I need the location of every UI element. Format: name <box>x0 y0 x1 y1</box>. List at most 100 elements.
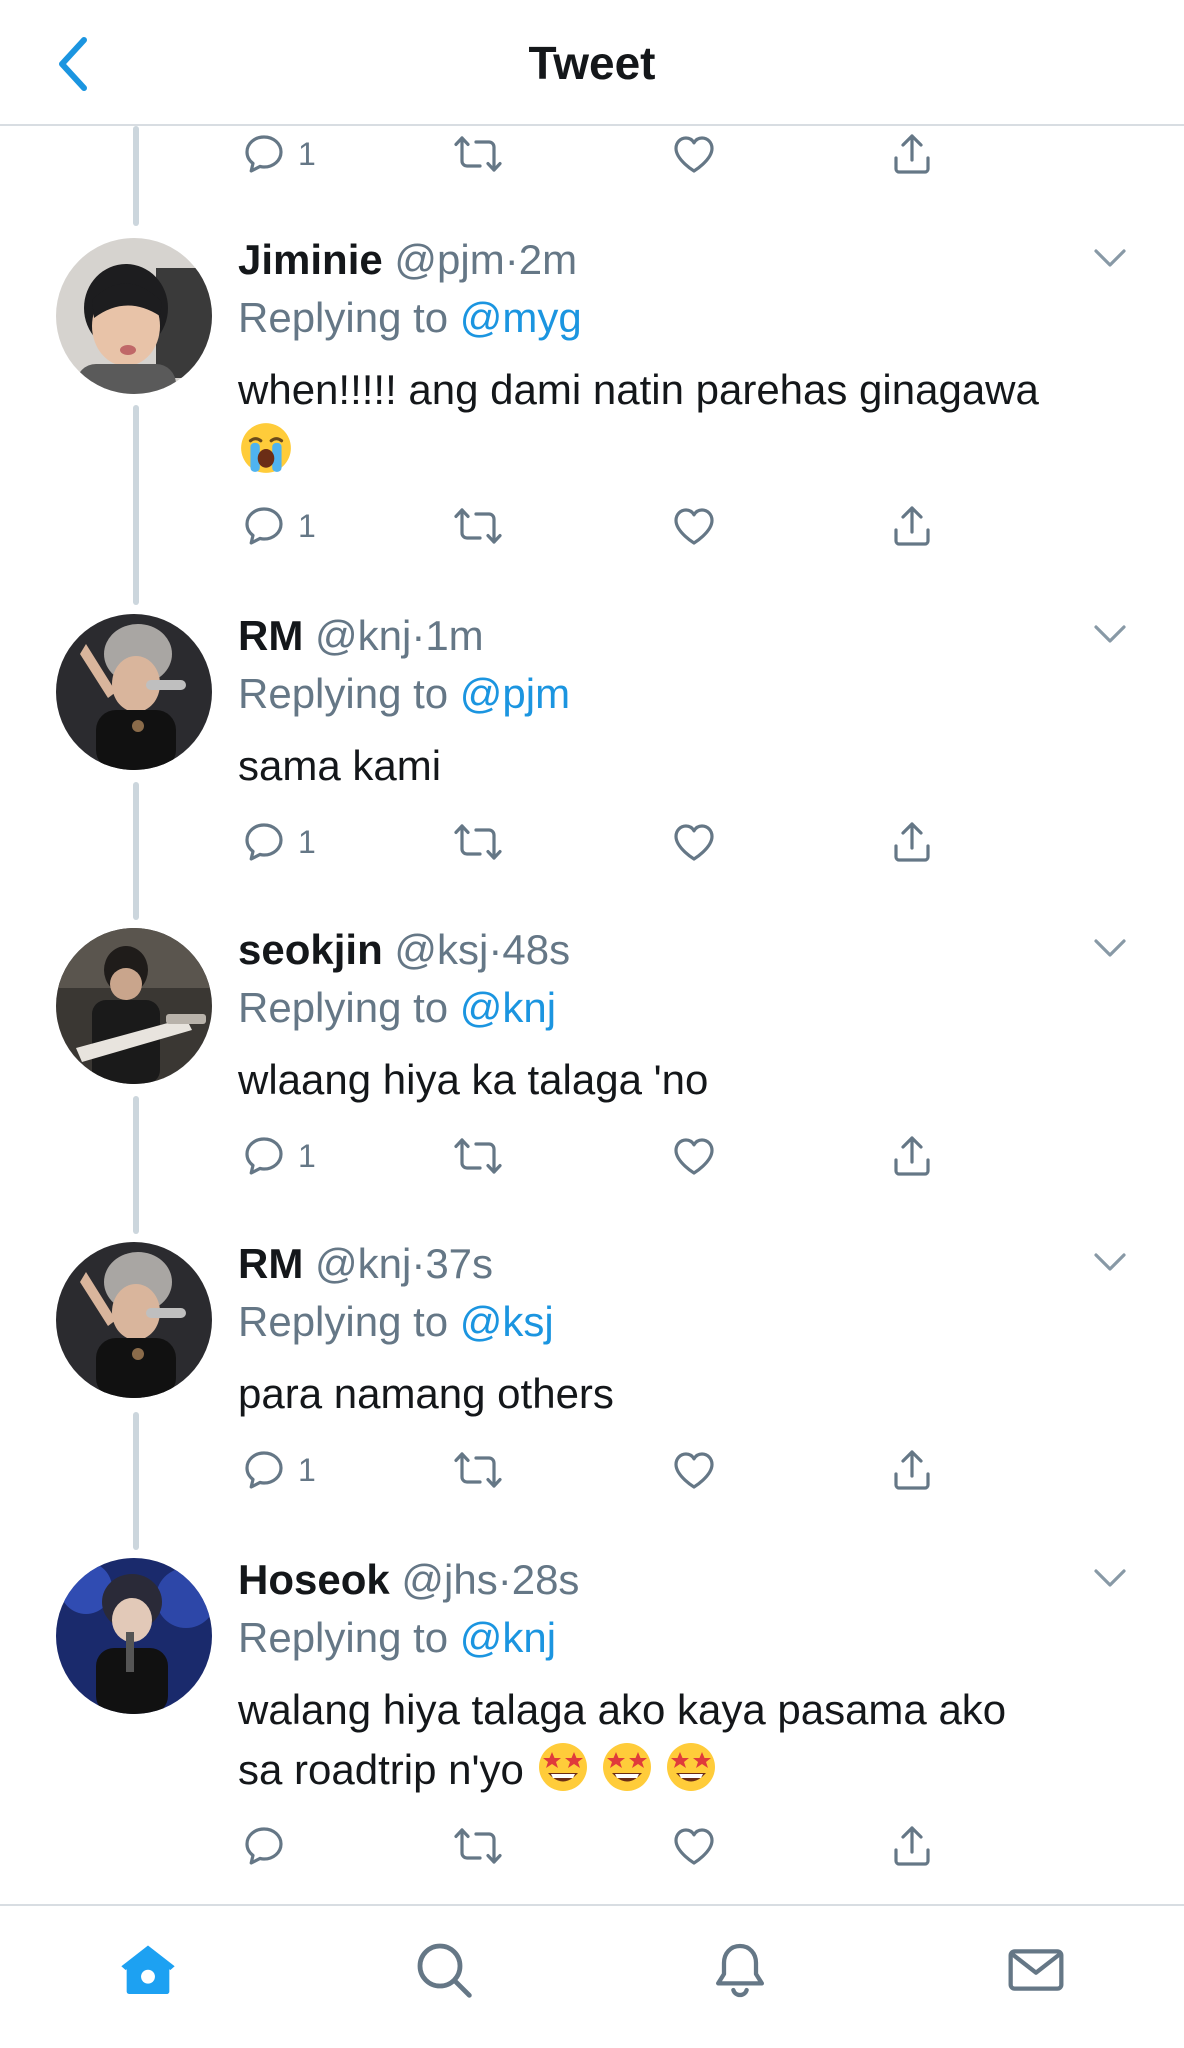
header: Tweet <box>0 0 1184 126</box>
timestamp[interactable]: 28s <box>512 1556 580 1603</box>
reply-button[interactable]: 1 <box>240 124 316 184</box>
replying-to: Replying to @knj <box>238 980 556 1036</box>
retweet-button[interactable] <box>452 812 504 872</box>
tab-search[interactable] <box>408 1934 480 2006</box>
avatar-photo <box>56 1242 212 1398</box>
username[interactable]: @jhs <box>401 1556 497 1603</box>
display-name[interactable]: seokjin <box>238 926 383 973</box>
replying-label: Replying to <box>238 670 460 717</box>
chevron-down-icon[interactable] <box>1088 926 1132 970</box>
timestamp[interactable]: 48s <box>502 926 570 973</box>
replying-label: Replying to <box>238 984 460 1031</box>
avatar[interactable] <box>56 1558 212 1714</box>
share-button[interactable] <box>888 1126 936 1186</box>
separator: · <box>504 236 519 283</box>
avatar[interactable] <box>56 928 212 1084</box>
tab-notifications[interactable] <box>704 1934 776 2006</box>
reply-icon <box>245 1137 283 1175</box>
like-button[interactable] <box>670 812 718 872</box>
replying-to: Replying to @pjm <box>238 666 570 722</box>
replying-label: Replying to <box>238 1298 460 1345</box>
heart-icon <box>674 508 714 545</box>
replying-to: Replying to @ksj <box>238 1294 554 1350</box>
share-icon <box>894 1450 930 1490</box>
tweet-text-line: when!!!!! ang dami natin parehas ginagaw… <box>238 366 1039 413</box>
avatar-photo <box>56 1558 212 1714</box>
reply-button[interactable] <box>240 1816 298 1876</box>
tweet-header: RM @knj·37s <box>238 1236 493 1292</box>
share-icon <box>894 1136 930 1176</box>
tweet-text: para namang others <box>238 1370 614 1417</box>
mention-link[interactable]: @knj <box>460 984 556 1031</box>
reply-icon <box>245 1827 283 1865</box>
retweet-button[interactable] <box>452 1126 504 1186</box>
share-button[interactable] <box>888 1440 936 1500</box>
username[interactable]: @knj <box>315 1240 411 1287</box>
display-name[interactable]: RM <box>238 1240 303 1287</box>
heart-icon <box>674 824 714 861</box>
mention-link[interactable]: @pjm <box>460 670 570 717</box>
heart-icon <box>674 1828 714 1865</box>
tab-home[interactable] <box>112 1934 184 2006</box>
chevron-down-icon[interactable] <box>1088 236 1132 280</box>
like-button[interactable] <box>670 1816 718 1876</box>
like-button[interactable] <box>670 1440 718 1500</box>
tweet-text: wlaang hiya ka talaga 'no <box>238 1056 709 1103</box>
thread-line <box>133 126 139 226</box>
username[interactable]: @pjm <box>394 236 504 283</box>
like-button[interactable] <box>670 496 718 556</box>
retweet-button[interactable] <box>452 124 504 184</box>
chevron-down-icon[interactable] <box>1088 1240 1132 1284</box>
retweet-button[interactable] <box>452 1440 504 1500</box>
share-button[interactable] <box>888 1816 936 1876</box>
reply-button[interactable]: 1 <box>240 1440 316 1500</box>
reply-count: 1 <box>298 1137 316 1174</box>
tab-messages[interactable] <box>1000 1934 1072 2006</box>
avatar-photo <box>56 238 212 394</box>
avatar[interactable] <box>56 238 212 394</box>
reply-icon <box>245 135 283 173</box>
mention-link[interactable]: @knj <box>460 1614 556 1661</box>
star-struck-emoji <box>538 1743 587 1791</box>
share-button[interactable] <box>888 496 936 556</box>
mention-link[interactable]: @myg <box>460 294 582 341</box>
avatar-photo <box>56 614 212 770</box>
avatar[interactable] <box>56 1242 212 1398</box>
share-button[interactable] <box>888 124 936 184</box>
display-name[interactable]: Jiminie <box>238 236 383 283</box>
display-name[interactable]: RM <box>238 612 303 659</box>
like-button[interactable] <box>670 124 718 184</box>
messages-icon <box>1008 1949 1064 1991</box>
retweet-button[interactable] <box>452 1816 504 1876</box>
share-button[interactable] <box>888 812 936 872</box>
mention-link[interactable]: @ksj <box>460 1298 554 1345</box>
timestamp[interactable]: 2m <box>519 236 577 283</box>
tweet-header: RM @knj·1m <box>238 608 484 664</box>
chevron-down-icon[interactable] <box>1088 612 1132 656</box>
username[interactable]: @knj <box>315 612 411 659</box>
separator: · <box>411 1240 426 1287</box>
retweet-button[interactable] <box>452 496 504 556</box>
reply-count: 1 <box>298 135 316 172</box>
search-icon <box>417 1943 472 1998</box>
tweet-text: sama kami <box>238 742 442 789</box>
separator: · <box>411 612 426 659</box>
timestamp[interactable]: 1m <box>425 612 483 659</box>
like-button[interactable] <box>670 1126 718 1186</box>
thread-line <box>133 1096 139 1234</box>
reply-button[interactable]: 1 <box>240 496 316 556</box>
thread-line <box>133 1412 139 1550</box>
avatar[interactable] <box>56 614 212 770</box>
display-name[interactable]: Hoseok <box>238 1556 390 1603</box>
timestamp[interactable]: 37s <box>425 1240 493 1287</box>
thread-line <box>133 405 139 605</box>
reply-icon <box>245 823 283 861</box>
username[interactable]: @ksj <box>394 926 488 973</box>
reply-button[interactable]: 1 <box>240 1126 316 1186</box>
tweet-text-line: walang hiya talaga ako kaya pasama ako <box>238 1686 1007 1733</box>
reply-button[interactable]: 1 <box>240 812 316 872</box>
share-icon <box>894 1826 930 1866</box>
emoji-row <box>238 420 1118 482</box>
chevron-down-icon[interactable] <box>1088 1556 1132 1600</box>
tweet-header: Hoseok @jhs·28s <box>238 1552 579 1608</box>
